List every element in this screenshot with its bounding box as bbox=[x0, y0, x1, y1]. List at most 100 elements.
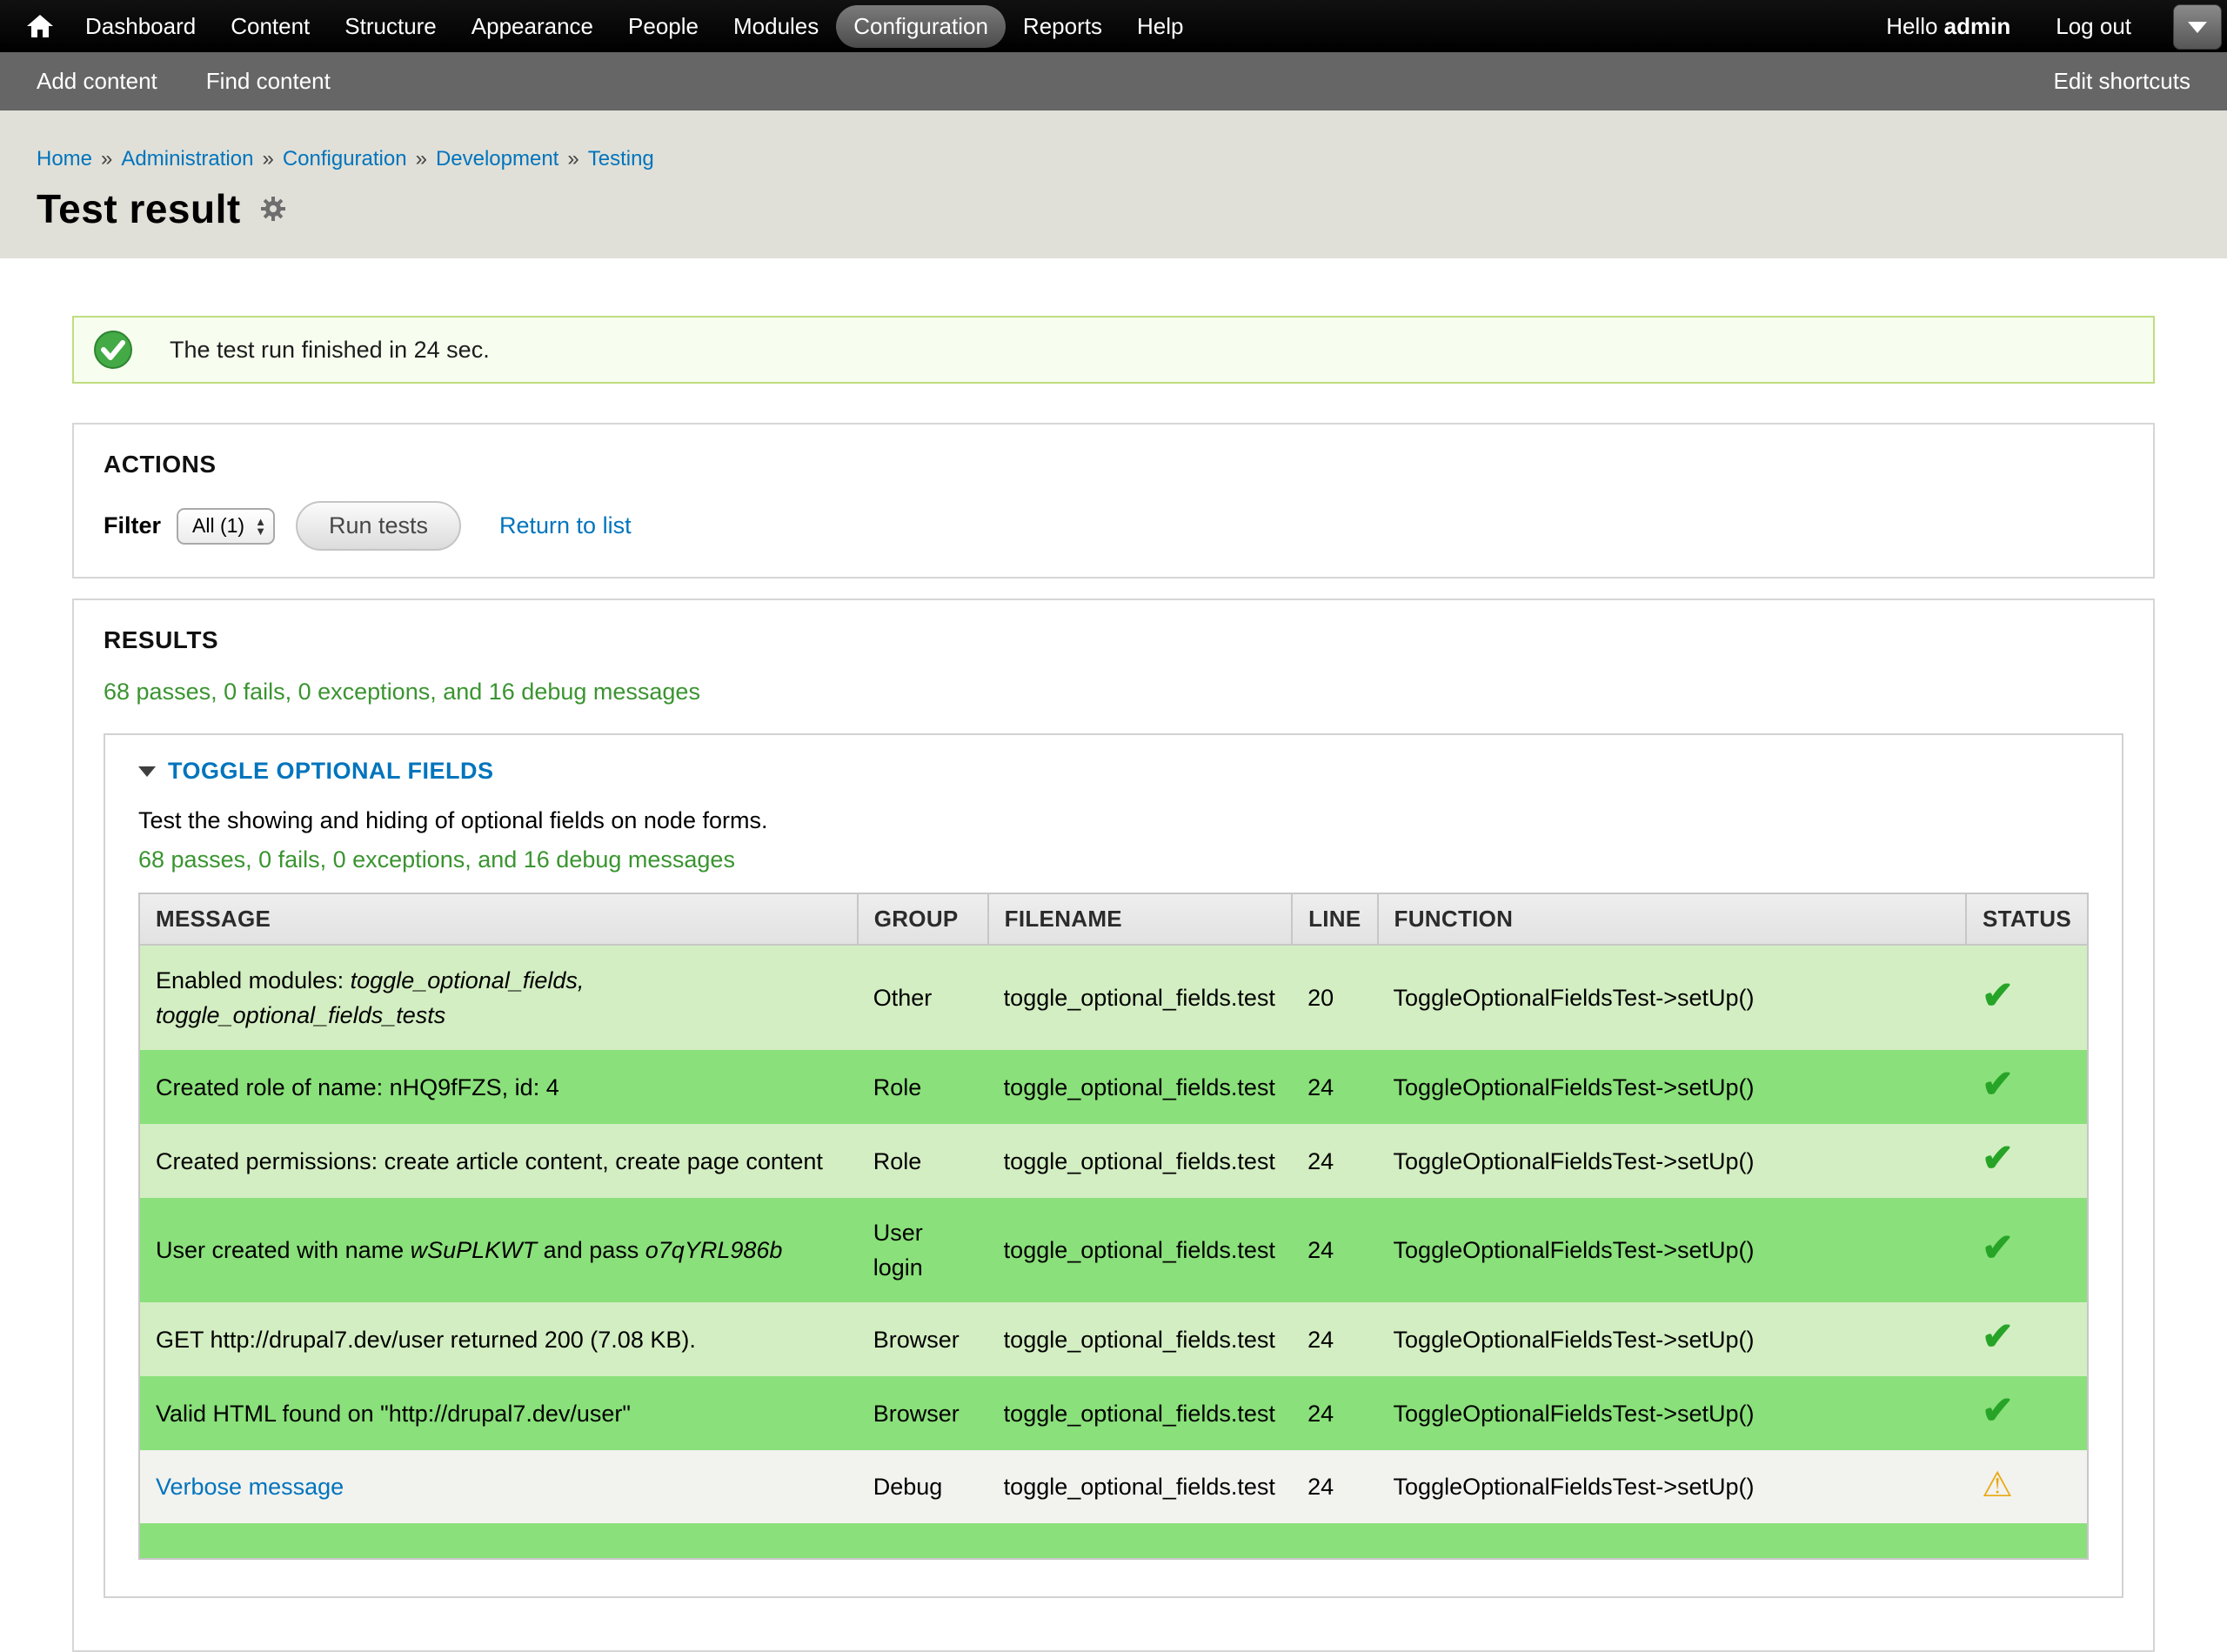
status-cell: ⚠ bbox=[1966, 1450, 2088, 1523]
status-ok-icon bbox=[93, 330, 133, 370]
breadcrumb-link[interactable]: Development bbox=[436, 147, 558, 171]
message-cell: Created permissions: create article cont… bbox=[139, 1124, 858, 1198]
pass-check-icon: ✔ bbox=[1982, 1227, 2014, 1269]
breadcrumb-separator: » bbox=[567, 147, 578, 171]
collapse-arrow-icon bbox=[138, 766, 156, 777]
verbose-message-link[interactable]: Verbose message bbox=[156, 1474, 344, 1500]
shortcut-link-add-content[interactable]: Add content bbox=[37, 68, 157, 95]
pass-check-icon: ✔ bbox=[1982, 1063, 2014, 1106]
line-cell: 24 bbox=[1292, 1124, 1377, 1198]
username: admin bbox=[1944, 13, 2011, 39]
breadcrumb-link[interactable]: Testing bbox=[588, 147, 654, 171]
filename-cell: toggle_optional_fields.test bbox=[988, 1198, 1292, 1302]
results-table-header-row: MESSAGEGROUPFILENAMELINEFUNCTIONSTATUS bbox=[139, 893, 2088, 945]
filename-cell: toggle_optional_fields.test bbox=[988, 1124, 1292, 1198]
message-text: Valid HTML found on "http://drupal7.dev/… bbox=[156, 1401, 631, 1427]
status-message: The test run finished in 24 sec. bbox=[72, 316, 2155, 384]
page-title: Test result bbox=[37, 185, 241, 232]
home-button[interactable] bbox=[26, 13, 54, 39]
message-text: Created role of name: nHQ9fFZS, id: 4 bbox=[156, 1074, 559, 1100]
run-tests-button[interactable]: Run tests bbox=[296, 501, 461, 551]
group-cell: Role bbox=[858, 1050, 988, 1124]
toolbar-item-configuration[interactable]: Configuration bbox=[836, 5, 1006, 48]
toolbar-item-reports[interactable]: Reports bbox=[1006, 5, 1120, 48]
status-cell: ✔ bbox=[1966, 1198, 2088, 1302]
toolbar-item-help[interactable]: Help bbox=[1120, 5, 1200, 48]
group-cell: Role bbox=[858, 1124, 988, 1198]
fieldset-summary: 68 passes, 0 fails, 0 exceptions, and 16… bbox=[138, 846, 2089, 873]
toolbar-item-people[interactable]: People bbox=[611, 5, 716, 48]
status-cell: ✔ bbox=[1966, 1376, 2088, 1450]
shortcuts-links: Add content Find content bbox=[37, 68, 331, 95]
function-cell: ToggleOptionalFieldsTest->setUp() bbox=[1378, 1376, 1966, 1450]
warning-icon: ⚠ bbox=[1982, 1466, 2013, 1504]
message-text: Enabled modules: bbox=[156, 967, 351, 993]
filter-label: Filter bbox=[104, 512, 161, 539]
pass-check-icon: ✔ bbox=[1982, 1315, 2014, 1358]
filter-select[interactable]: All (1) ▲▼ bbox=[177, 508, 275, 545]
function-cell: ToggleOptionalFieldsTest->setUp() bbox=[1378, 1450, 1966, 1523]
group-cell: Browser bbox=[858, 1302, 988, 1376]
table-row: Created permissions: create article cont… bbox=[139, 1124, 2088, 1198]
toolbar-item-dashboard[interactable]: Dashboard bbox=[68, 5, 213, 48]
toolbar-item-modules[interactable]: Modules bbox=[716, 5, 836, 48]
results-panel: RESULTS 68 passes, 0 fails, 0 exceptions… bbox=[72, 599, 2155, 1652]
pass-check-icon: ✔ bbox=[1982, 1137, 2014, 1180]
contextual-links-button[interactable] bbox=[260, 196, 286, 222]
message-text: Created permissions: create article cont… bbox=[156, 1148, 823, 1174]
function-cell: ToggleOptionalFieldsTest->setUp() bbox=[1378, 1050, 1966, 1124]
filename-cell: toggle_optional_fields.test bbox=[988, 1450, 1292, 1523]
gear-icon bbox=[260, 196, 286, 222]
shortcut-link-find-content[interactable]: Find content bbox=[206, 68, 331, 95]
table-row: User created with name wSuPLKWT and pass… bbox=[139, 1198, 2088, 1302]
table-row: Valid HTML found on "http://drupal7.dev/… bbox=[139, 1376, 2088, 1450]
fieldset-title-link[interactable]: TOGGLE OPTIONAL FIELDS bbox=[168, 758, 494, 785]
breadcrumb-link[interactable]: Configuration bbox=[283, 147, 407, 171]
user-greeting: Hello admin bbox=[1886, 13, 2010, 40]
toolbar-toggle-button[interactable] bbox=[2173, 4, 2222, 50]
filename-cell: toggle_optional_fields.test bbox=[988, 1302, 1292, 1376]
actions-heading: ACTIONS bbox=[104, 451, 2123, 478]
line-cell: 24 bbox=[1292, 1450, 1377, 1523]
table-row: GET http://drupal7.dev/user returned 200… bbox=[139, 1302, 2088, 1376]
toolbar-item-appearance[interactable]: Appearance bbox=[454, 5, 611, 48]
function-cell bbox=[1378, 1523, 1966, 1559]
status-cell: ✔ bbox=[1966, 1302, 2088, 1376]
group-cell: Other bbox=[858, 945, 988, 1050]
message-text: and pass bbox=[537, 1237, 645, 1263]
breadcrumb: Home»Administration»Configuration»Develo… bbox=[37, 147, 2190, 171]
breadcrumb-link[interactable]: Administration bbox=[121, 147, 253, 171]
edit-shortcuts-link[interactable]: Edit shortcuts bbox=[2053, 68, 2190, 95]
message-text: User created with name bbox=[156, 1237, 411, 1263]
message-cell: Valid HTML found on "http://drupal7.dev/… bbox=[139, 1376, 858, 1450]
line-cell: 24 bbox=[1292, 1198, 1377, 1302]
fieldset-legend[interactable]: TOGGLE OPTIONAL FIELDS bbox=[138, 758, 2089, 785]
group-cell bbox=[858, 1523, 988, 1559]
line-cell: 24 bbox=[1292, 1302, 1377, 1376]
toolbar-item-content[interactable]: Content bbox=[213, 5, 327, 48]
filename-cell: toggle_optional_fields.test bbox=[988, 1050, 1292, 1124]
message-cell bbox=[139, 1523, 858, 1559]
page-header: Home»Administration»Configuration»Develo… bbox=[0, 110, 2227, 258]
shortcut-bar: Add content Find content Edit shortcuts bbox=[0, 52, 2227, 110]
chevron-down-icon bbox=[2188, 22, 2207, 33]
line-cell: 24 bbox=[1292, 1376, 1377, 1450]
function-cell: ToggleOptionalFieldsTest->setUp() bbox=[1378, 945, 1966, 1050]
logout-link[interactable]: Log out bbox=[2056, 13, 2131, 40]
breadcrumb-link[interactable]: Home bbox=[37, 147, 92, 171]
return-to-list-link[interactable]: Return to list bbox=[499, 512, 632, 539]
filename-cell: toggle_optional_fields.test bbox=[988, 945, 1292, 1050]
message-cell: Created role of name: nHQ9fFZS, id: 4 bbox=[139, 1050, 858, 1124]
column-header: GROUP bbox=[858, 893, 988, 945]
admin-toolbar: DashboardContentStructureAppearancePeopl… bbox=[0, 0, 2227, 52]
filename-cell bbox=[988, 1523, 1292, 1559]
status-cell: ✔ bbox=[1966, 945, 2088, 1050]
toolbar-menu: DashboardContentStructureAppearancePeopl… bbox=[68, 5, 1200, 48]
line-cell: 24 bbox=[1292, 1050, 1377, 1124]
function-cell: ToggleOptionalFieldsTest->setUp() bbox=[1378, 1302, 1966, 1376]
filename-cell: toggle_optional_fields.test bbox=[988, 1376, 1292, 1450]
results-table: MESSAGEGROUPFILENAMELINEFUNCTIONSTATUS E… bbox=[138, 893, 2089, 1560]
toolbar-item-structure[interactable]: Structure bbox=[327, 5, 454, 48]
status-message-text: The test run finished in 24 sec. bbox=[170, 337, 490, 364]
fieldset-description: Test the showing and hiding of optional … bbox=[138, 807, 2089, 834]
